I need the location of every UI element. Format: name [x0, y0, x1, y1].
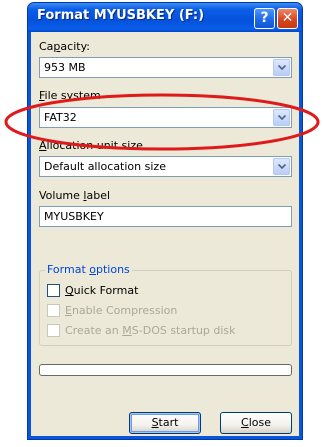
window-title: Format MYUSBKEY (F:): [37, 8, 205, 23]
volume-label-label: Volume label: [39, 189, 111, 202]
capacity-label: Capacity:: [39, 40, 90, 53]
help-icon[interactable]: ?: [254, 8, 275, 29]
chevron-down-icon[interactable]: [273, 158, 290, 175]
close-button[interactable]: Close: [220, 412, 292, 434]
allocation-unit-label: Allocation unit size: [39, 139, 143, 152]
format-options-group: Format options Quick Format Enable Compr…: [39, 263, 292, 346]
enable-compression-label: Enable Compression: [65, 304, 178, 317]
close-icon[interactable]: ✕: [277, 8, 298, 29]
allocation-unit-dropdown[interactable]: Default allocation size: [39, 156, 292, 177]
chevron-down-icon[interactable]: [273, 109, 290, 126]
format-options-legend: Format options: [45, 263, 132, 276]
format-dialog: Format MYUSBKEY (F:) ? ✕ Capacity: 953 M…: [27, 2, 303, 440]
format-progress-bar: [39, 364, 292, 376]
quick-format-checkbox[interactable]: [47, 284, 60, 297]
quick-format-label[interactable]: Quick Format: [65, 284, 138, 297]
capacity-value: 953 MB: [44, 61, 86, 74]
start-button[interactable]: Start: [129, 412, 201, 434]
volume-label-input[interactable]: MYUSBKEY: [39, 206, 292, 227]
enable-compression-checkbox: [47, 304, 60, 317]
msdos-startup-label: Create an MS-DOS startup disk: [65, 324, 236, 337]
title-bar[interactable]: Format MYUSBKEY (F:) ? ✕: [28, 3, 302, 32]
chevron-down-icon[interactable]: [273, 59, 290, 76]
allocation-unit-value: Default allocation size: [44, 160, 166, 173]
dialog-body: Capacity: 953 MB File system FAT32 Alloc…: [31, 32, 299, 436]
file-system-label: File system: [39, 89, 101, 102]
capacity-dropdown[interactable]: 953 MB: [39, 57, 292, 78]
msdos-startup-checkbox: [47, 324, 60, 337]
volume-label-value: MYUSBKEY: [44, 210, 104, 223]
file-system-value: FAT32: [44, 111, 77, 124]
file-system-dropdown[interactable]: FAT32: [39, 107, 292, 128]
